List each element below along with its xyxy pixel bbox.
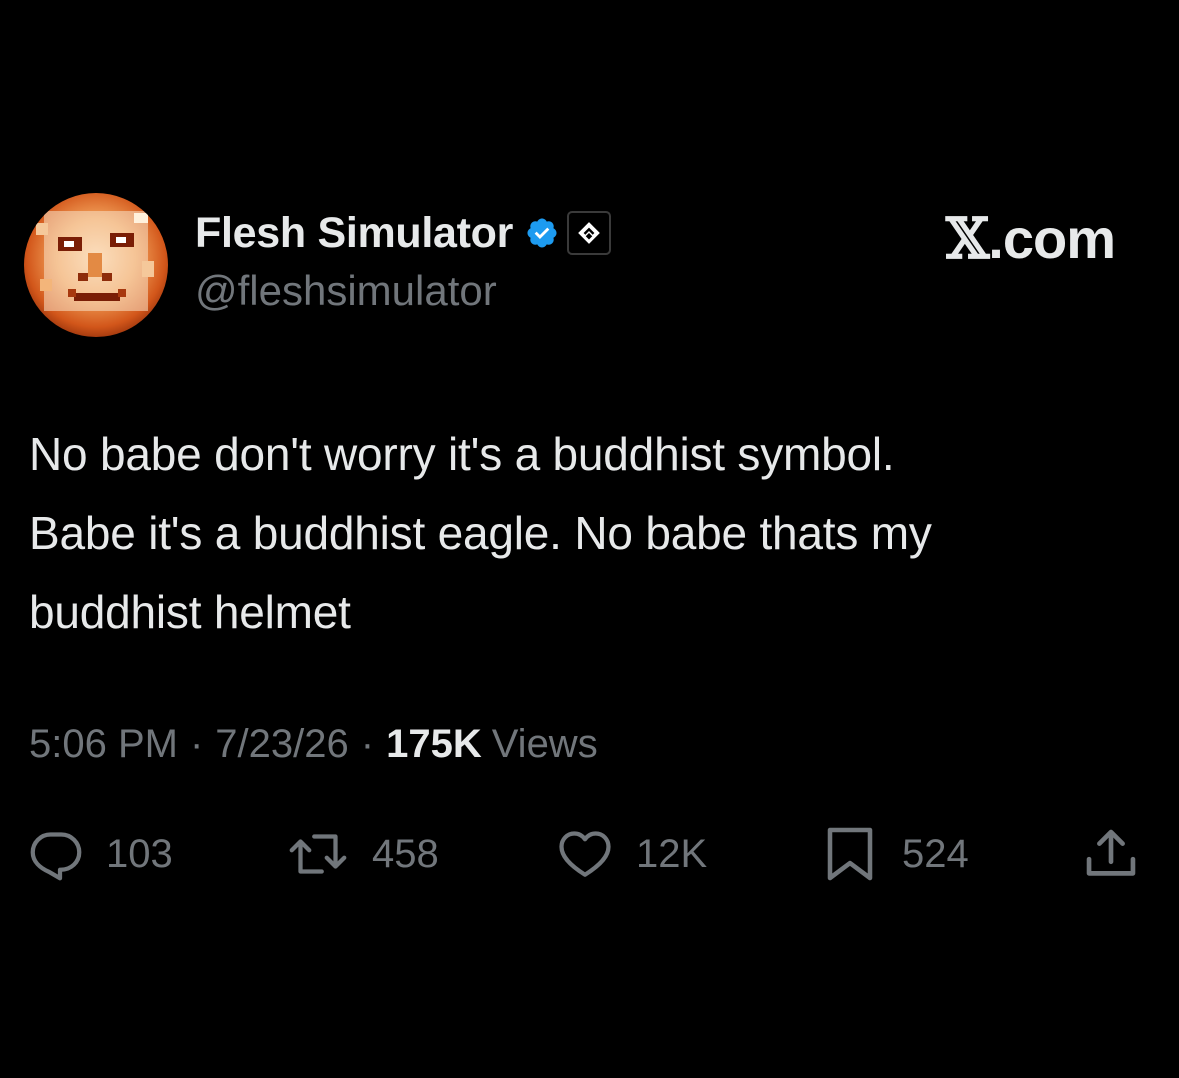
bookmark-count: 524 [902,831,969,876]
repost-count: 458 [372,831,439,876]
share-button[interactable] [1080,822,1142,886]
handle[interactable]: @fleshsimulator [195,267,611,315]
heart-icon [559,831,611,877]
tweet-card: Flesh Simulator @fleshsimulator 𝕏.com No… [0,0,1179,1078]
display-name[interactable]: Flesh Simulator [195,209,513,258]
avatar[interactable] [24,193,168,337]
tweet-text-line: Babe it's a buddhist eagle. No babe that… [29,507,932,559]
tweet-text: No babe don't worry it's a buddhist symb… [29,415,1139,652]
tweet-text-line: No babe don't worry it's a buddhist symb… [29,428,895,480]
x-logo-icon: 𝕏 [945,206,989,272]
share-icon [1086,829,1136,876]
repost-icon [289,834,347,874]
reply-button[interactable]: 103 [26,822,173,886]
bookmark-icon [827,827,873,881]
action-bar: 103 458 12K 524 [0,822,1179,886]
repost-button[interactable]: 458 [284,822,439,886]
tweet-date[interactable]: 7/23/26 [215,722,348,767]
tweet-meta: 5:06 PM · 7/23/26 · 175K Views [29,722,598,767]
meta-separator: · [189,722,204,766]
meta-separator: · [360,722,375,766]
brand-suffix: .com [988,207,1116,270]
reply-bubble-icon [30,832,82,881]
tweet-text-line: buddhist helmet [29,586,351,638]
like-button[interactable]: 12K [554,822,707,886]
avatar-image [24,193,168,337]
affiliate-badge-icon[interactable] [567,211,612,255]
verified-badge-icon [525,216,559,250]
like-count: 12K [636,831,708,876]
name-row: Flesh Simulator [195,205,612,261]
x-com-logo: 𝕏.com [945,206,1116,272]
views-label: Views [491,722,598,766]
tweet-time[interactable]: 5:06 PM [29,722,178,767]
views-count: 175K [386,722,482,766]
reply-count: 103 [106,831,173,876]
author-block: Flesh Simulator @fleshsimulator [195,205,612,315]
bookmark-button[interactable]: 524 [818,822,969,886]
